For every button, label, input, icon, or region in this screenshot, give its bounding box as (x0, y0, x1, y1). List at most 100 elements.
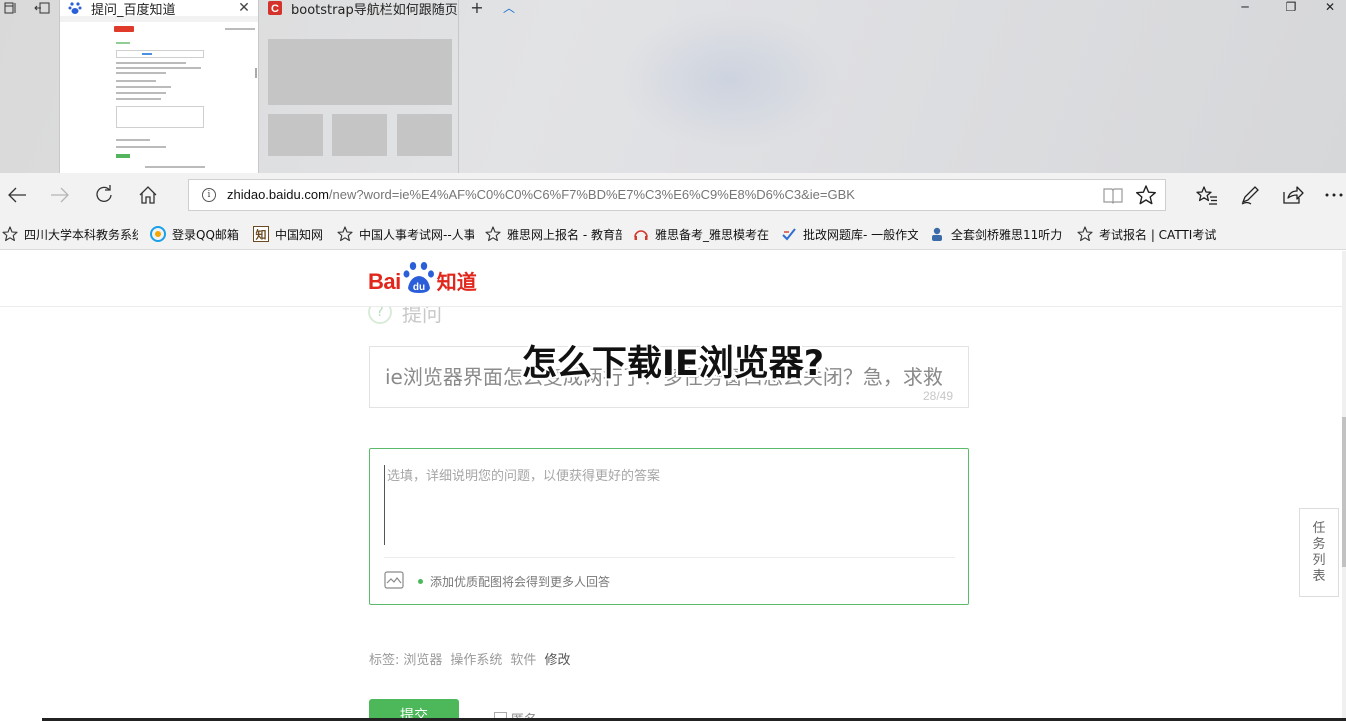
tag-item[interactable]: 软件 (510, 649, 536, 668)
favorite-label: 雅思备考_雅思模考在 (655, 227, 770, 242)
tab-preview-placeholder[interactable] (260, 22, 458, 173)
svg-text:知: 知 (255, 228, 267, 242)
site-header: Bai du 知道 (0, 251, 1342, 307)
headphones-icon (633, 226, 649, 242)
back-arrow-icon (8, 187, 26, 203)
favorite-item[interactable]: 考试报名 | CATTI考试 (1077, 225, 1217, 243)
task-list-char: 列 (1312, 552, 1326, 568)
share-button[interactable] (1278, 180, 1308, 210)
tags-label: 标签: (369, 653, 400, 668)
question-detail-textarea[interactable] (384, 465, 954, 545)
favorites-hub-button[interactable] (1192, 180, 1222, 210)
forward-arrow-icon (51, 187, 69, 203)
set-aside-tabs-icon[interactable] (32, 0, 52, 16)
add-favorite-star-icon[interactable] (1135, 184, 1157, 206)
favorite-label: 全套剑桥雅思11听力 (951, 227, 1063, 242)
home-icon (139, 186, 157, 204)
favorite-label: 中国知网 (275, 227, 324, 242)
home-button[interactable] (133, 180, 163, 210)
back-button[interactable] (2, 180, 32, 210)
star-icon (1077, 226, 1093, 242)
close-window-button[interactable]: ✕ (1314, 0, 1346, 16)
logo-bai-text: Bai (368, 269, 401, 294)
hide-tab-previews-button[interactable]: ︿ (500, 0, 518, 16)
tags-row: 标签: 浏览器 操作系统 软件 修改 (369, 649, 578, 668)
check-icon (781, 226, 797, 242)
minimize-button[interactable]: ─ (1222, 0, 1268, 16)
favorite-item[interactable]: 登录QQ邮箱 (150, 225, 242, 243)
site-info-icon[interactable]: i (202, 188, 216, 202)
baidu-paw-logo-icon: du (402, 260, 436, 294)
star-icon (485, 226, 501, 242)
baidu-zhidao-logo[interactable]: Bai du 知道 (368, 258, 477, 294)
tab-close-button[interactable]: ✕ (236, 0, 252, 16)
star-icon (2, 226, 18, 242)
star-icon (337, 226, 353, 242)
url-host: zhidao.baidu.com (227, 187, 329, 202)
favorite-item[interactable]: 知 中国知网 (253, 225, 327, 243)
image-hint: 添加优质配图将会得到更多人回答 (418, 573, 610, 590)
favorite-item[interactable]: 雅思网上报名 - 教育部 (485, 225, 622, 243)
tab-title: bootstrap导航栏如何跟随页 (291, 2, 458, 18)
question-detail-box: 添加优质配图将会得到更多人回答 (369, 448, 969, 605)
baidu-paw-icon (68, 1, 82, 15)
tab-title: 提问_百度知道 (91, 2, 176, 18)
favorite-label: 雅思网上报名 - 教育部 (507, 227, 622, 242)
favorite-item[interactable]: 四川大学本科教务系统 (2, 225, 138, 243)
favorite-label: 登录QQ邮箱 (172, 227, 239, 242)
tag-item[interactable]: 浏览器 (403, 649, 442, 668)
favorite-label: 批改网题库- 一般作文 (803, 227, 918, 242)
person-icon (929, 226, 945, 242)
divider (384, 557, 955, 558)
svg-text:du: du (413, 282, 425, 293)
address-url[interactable]: zhidao.baidu.com/new?word=ie%E4%AF%C0%C0… (227, 187, 855, 202)
tag-item[interactable]: 操作系统 (450, 649, 502, 668)
new-tab-button[interactable]: + (467, 0, 487, 16)
tab-strip: 提问_百度知道 ✕ C bootstrap导航栏如何跟随页 + ︿ ─ ❐ ✕ (0, 0, 1346, 173)
background-glow (620, 10, 840, 150)
task-list-char: 表 (1312, 568, 1326, 584)
character-count: 28/49 (922, 389, 953, 403)
favorite-label: 考试报名 | CATTI考试 (1099, 227, 1217, 242)
maximize-button[interactable]: ❐ (1268, 0, 1314, 16)
qq-mail-icon (150, 226, 166, 242)
ellipsis-icon (1325, 193, 1343, 197)
modify-tags-link[interactable]: 修改 (544, 649, 570, 668)
forward-button[interactable] (45, 180, 75, 210)
navigation-bar: i zhidao.baidu.com/new?word=ie%E4%AF%C0%… (0, 173, 1346, 216)
overlay-headline-text: 怎么下载IE浏览器? (521, 344, 825, 384)
favorite-item[interactable]: 全套剑桥雅思11听力 (929, 225, 1066, 243)
tab-active[interactable]: 提问_百度知道 ✕ (59, 0, 259, 173)
favorite-item[interactable]: 中国人事考试网--人事 (337, 225, 474, 243)
web-note-button[interactable] (1235, 180, 1265, 210)
add-image-icon[interactable] (384, 571, 404, 589)
url-path: /new?word=ie%E4%AF%C0%C0%C6%F7%BD%E7%C3%… (328, 187, 855, 202)
image-hint-text: 添加优质配图将会得到更多人回答 (430, 575, 611, 589)
refresh-icon (96, 185, 112, 203)
task-list-char: 务 (1312, 536, 1326, 552)
svg-text:C: C (271, 3, 279, 15)
favorite-item[interactable]: 批改网题库- 一般作文 (781, 225, 918, 243)
refresh-button[interactable] (89, 180, 119, 210)
scrollbar-thumb[interactable] (1342, 417, 1346, 567)
share-icon (1283, 186, 1304, 204)
logo-zhidao-text: 知道 (436, 270, 477, 294)
tab-inactive[interactable]: C bootstrap导航栏如何跟随页 (260, 0, 459, 173)
task-list-char: 任 (1312, 520, 1326, 536)
task-list-button[interactable]: 任 务 列 表 (1299, 508, 1339, 597)
cnki-icon: 知 (253, 226, 269, 242)
pen-icon (1241, 186, 1259, 205)
reading-view-icon[interactable] (1103, 187, 1123, 204)
favorites-list-icon (1196, 186, 1217, 205)
web-page: Bai du 知道 ? 提问 ie浏览器界面怎么变成两行了？多任务窗口怎么关闭？… (0, 251, 1346, 721)
overlay-headline: 怎么下载IE浏览器? (0, 335, 1346, 386)
tab-preview-thumbnail[interactable] (60, 22, 258, 173)
set-aside-tabs-list-icon[interactable] (2, 0, 20, 16)
settings-more-button[interactable] (1322, 180, 1346, 210)
csdn-c-icon: C (268, 1, 282, 15)
address-bar[interactable]: i zhidao.baidu.com/new?word=ie%E4%AF%C0%… (188, 179, 1166, 211)
favorite-label: 中国人事考试网--人事 (359, 227, 474, 242)
favorite-item[interactable]: 雅思备考_雅思模考在 (633, 225, 770, 243)
favorite-label: 四川大学本科教务系统 (24, 227, 138, 242)
green-dot-icon (418, 579, 423, 584)
